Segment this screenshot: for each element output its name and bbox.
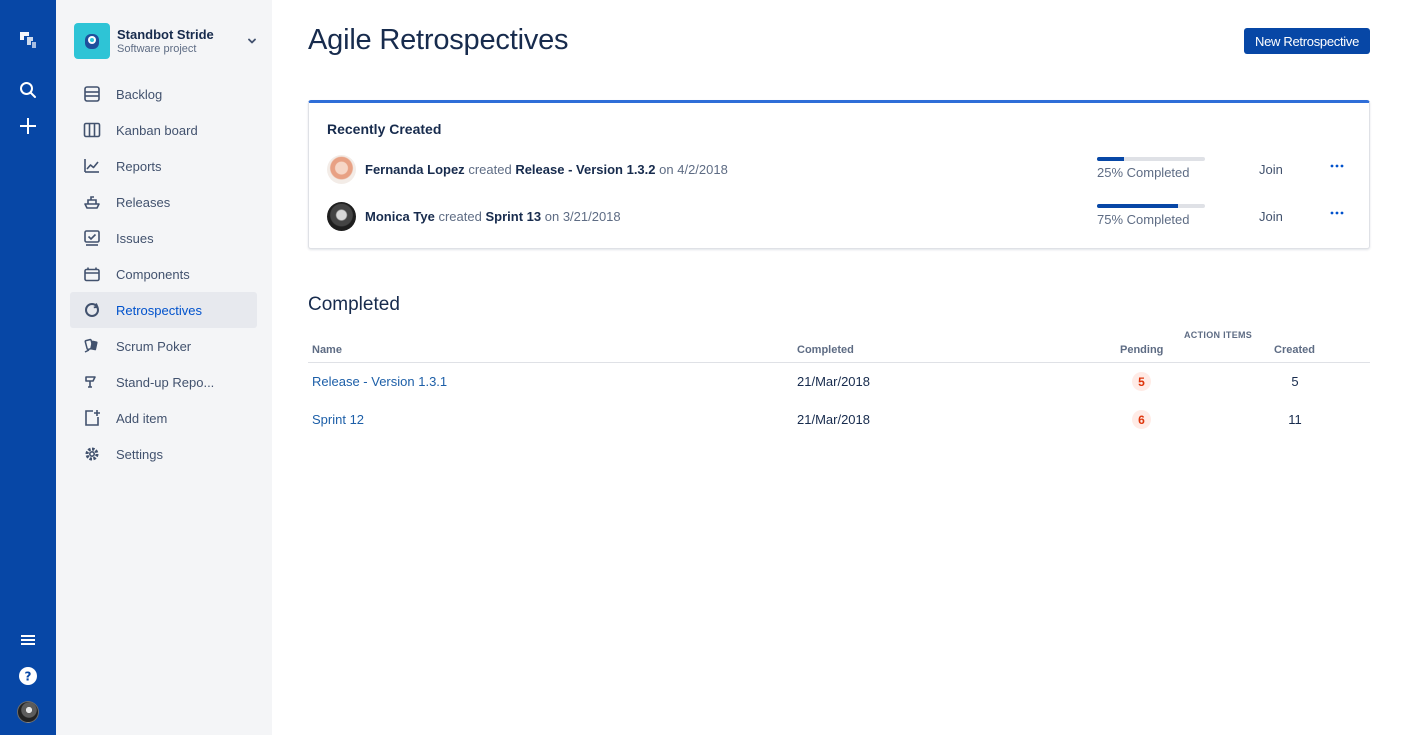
retro-link[interactable]: Release - Version 1.3.1 bbox=[312, 374, 447, 389]
sidebar-item-standup-report[interactable]: Stand-up Repo... bbox=[70, 364, 257, 400]
sidebar-item-retrospectives[interactable]: Retrospectives bbox=[70, 292, 257, 328]
sidebar-item-label: Releases bbox=[116, 195, 170, 210]
sidebar-item-label: Add item bbox=[116, 411, 167, 426]
progress-indicator: 75% Completed bbox=[1097, 204, 1205, 227]
global-nav: ? bbox=[0, 0, 56, 735]
user-avatar[interactable] bbox=[0, 694, 56, 730]
progress-track bbox=[1097, 204, 1205, 208]
settings-icon bbox=[82, 444, 102, 464]
sidebar-item-components[interactable]: Components bbox=[70, 256, 257, 292]
avatar bbox=[327, 155, 356, 184]
retro-name: Release - Version 1.3.2 bbox=[515, 162, 655, 177]
progress-indicator: 25% Completed bbox=[1097, 157, 1205, 180]
sidebar-item-label: Scrum Poker bbox=[116, 339, 191, 354]
backlog-icon bbox=[82, 84, 102, 104]
created-count: 5 bbox=[1280, 374, 1310, 389]
column-header-completed[interactable]: Completed bbox=[797, 344, 854, 356]
jira-logo-icon[interactable] bbox=[0, 22, 56, 58]
page-title: Agile Retrospectives bbox=[308, 24, 568, 57]
created-date: 4/2/2018 bbox=[677, 162, 728, 177]
kanban-board-icon bbox=[82, 120, 102, 140]
retrospectives-icon bbox=[82, 300, 102, 320]
svg-text:?: ? bbox=[25, 670, 32, 684]
user-name: Monica Tye bbox=[365, 209, 435, 224]
add-item-icon bbox=[82, 408, 102, 428]
chevron-down-icon[interactable] bbox=[244, 33, 260, 49]
recently-created-card: Recently Created Fernanda Lopez created … bbox=[308, 100, 1370, 249]
progress-track bbox=[1097, 157, 1205, 161]
action-items-group-header: ACTION ITEMS bbox=[1184, 330, 1252, 340]
recent-row-text: Fernanda Lopez created Release - Version… bbox=[365, 162, 728, 177]
sidebar-item-label: Components bbox=[116, 267, 190, 282]
pending-count-badge: 5 bbox=[1132, 372, 1151, 391]
avatar bbox=[327, 202, 356, 231]
project-switcher[interactable]: Standbot Stride Software project bbox=[74, 22, 260, 60]
progress-fill bbox=[1097, 157, 1124, 161]
on-text: on bbox=[545, 209, 559, 224]
sidebar-item-add-item[interactable]: Add item bbox=[70, 400, 257, 436]
created-date: 3/21/2018 bbox=[563, 209, 621, 224]
search-icon[interactable] bbox=[0, 72, 56, 108]
more-options-icon[interactable] bbox=[1329, 158, 1345, 174]
project-name: Standbot Stride bbox=[117, 27, 244, 43]
sidebar-item-label: Issues bbox=[116, 231, 154, 246]
user-name: Fernanda Lopez bbox=[365, 162, 465, 177]
sidebar-item-issues[interactable]: Issues bbox=[70, 220, 257, 256]
sidebar-item-reports[interactable]: Reports bbox=[70, 148, 257, 184]
join-link[interactable]: Join bbox=[1259, 162, 1283, 177]
standup-icon bbox=[82, 372, 102, 392]
recent-row: Monica Tye created Sprint 13 on 3/21/201… bbox=[327, 202, 1357, 232]
menu-icon[interactable] bbox=[0, 622, 56, 658]
retro-name: Sprint 13 bbox=[485, 209, 541, 224]
sidebar-item-settings[interactable]: Settings bbox=[70, 436, 257, 472]
sidebar-item-label: Settings bbox=[116, 447, 163, 462]
more-options-icon[interactable] bbox=[1329, 205, 1345, 221]
recent-row-text: Monica Tye created Sprint 13 on 3/21/201… bbox=[365, 209, 621, 224]
join-link[interactable]: Join bbox=[1259, 209, 1283, 224]
issues-icon bbox=[82, 228, 102, 248]
completed-date: 21/Mar/2018 bbox=[797, 412, 870, 427]
table-row: Sprint 12 21/Mar/2018 6 11 bbox=[308, 401, 1370, 439]
sidebar-item-label: Backlog bbox=[116, 87, 162, 102]
project-sidebar: Standbot Stride Software project Backlog… bbox=[56, 0, 272, 735]
avatar-image bbox=[17, 701, 39, 723]
column-header-created[interactable]: Created bbox=[1274, 344, 1315, 356]
sidebar-item-label: Reports bbox=[116, 159, 162, 174]
project-nav-list: Backlog Kanban board Reports Releases Is… bbox=[70, 76, 257, 472]
sidebar-item-releases[interactable]: Releases bbox=[70, 184, 257, 220]
project-avatar bbox=[74, 23, 110, 59]
completed-section-title: Completed bbox=[308, 294, 400, 316]
new-retrospective-button[interactable]: New Retrospective bbox=[1244, 28, 1370, 54]
retro-link[interactable]: Sprint 12 bbox=[312, 412, 364, 427]
completed-date: 21/Mar/2018 bbox=[797, 374, 870, 389]
sidebar-item-backlog[interactable]: Backlog bbox=[70, 76, 257, 112]
table-row: Release - Version 1.3.1 21/Mar/2018 5 5 bbox=[308, 363, 1370, 401]
sidebar-item-label: Retrospectives bbox=[116, 303, 202, 318]
recently-created-title: Recently Created bbox=[327, 121, 441, 137]
created-count: 11 bbox=[1280, 412, 1310, 427]
main-content: Agile Retrospectives New Retrospective R… bbox=[272, 0, 1405, 735]
progress-fill bbox=[1097, 204, 1178, 208]
sidebar-item-label: Stand-up Repo... bbox=[116, 375, 214, 390]
components-icon bbox=[82, 264, 102, 284]
verb-text: created bbox=[438, 209, 481, 224]
column-header-pending[interactable]: Pending bbox=[1120, 344, 1163, 356]
progress-label: 75% Completed bbox=[1097, 212, 1205, 227]
on-text: on bbox=[659, 162, 673, 177]
sidebar-item-scrum-poker[interactable]: Scrum Poker bbox=[70, 328, 257, 364]
project-type: Software project bbox=[117, 43, 244, 56]
progress-label: 25% Completed bbox=[1097, 165, 1205, 180]
plus-icon[interactable] bbox=[0, 108, 56, 144]
help-icon[interactable]: ? bbox=[0, 658, 56, 694]
recent-row: Fernanda Lopez created Release - Version… bbox=[327, 155, 1357, 185]
scrum-poker-icon bbox=[82, 336, 102, 356]
sidebar-item-kanban-board[interactable]: Kanban board bbox=[70, 112, 257, 148]
column-header-name[interactable]: Name bbox=[312, 344, 342, 356]
releases-icon bbox=[82, 192, 102, 212]
sidebar-item-label: Kanban board bbox=[116, 123, 198, 138]
pending-count-badge: 6 bbox=[1132, 410, 1151, 429]
table-header: Name Completed Pending Created bbox=[308, 344, 1370, 363]
verb-text: created bbox=[468, 162, 511, 177]
reports-icon bbox=[82, 156, 102, 176]
